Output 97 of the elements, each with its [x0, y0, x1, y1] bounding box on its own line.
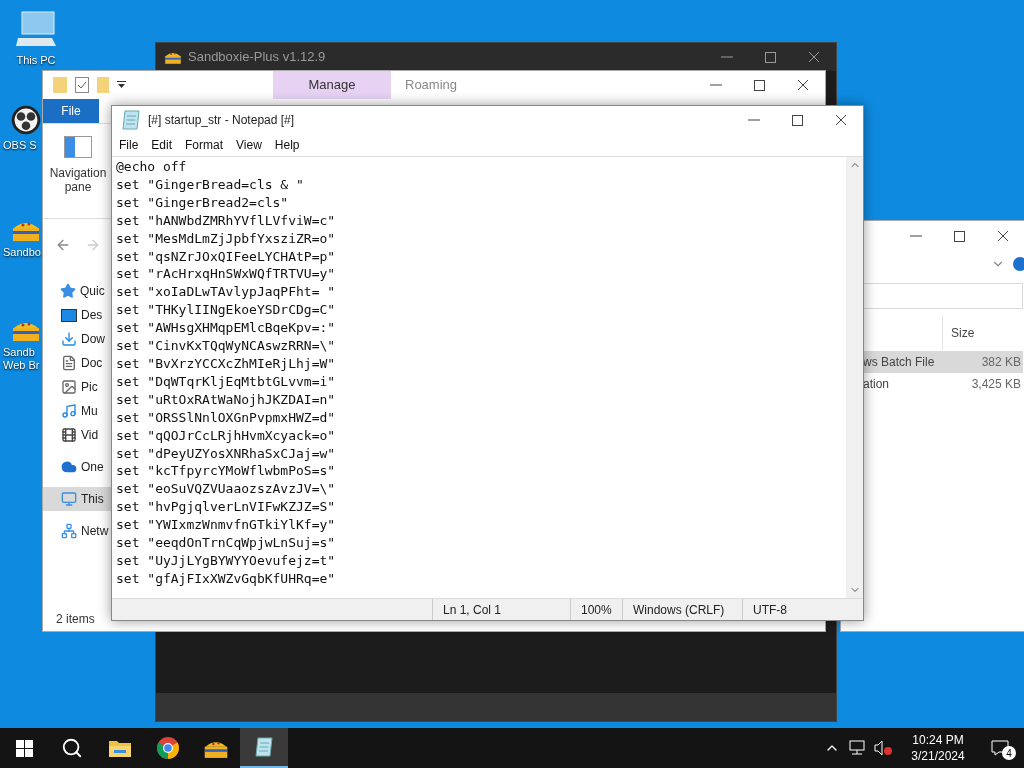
- notepad-icon: [120, 109, 142, 131]
- status-field: Windows (CRLF): [622, 599, 742, 620]
- status-text: 2 items: [56, 611, 95, 628]
- pane-icon: [64, 136, 92, 158]
- star-icon: [60, 283, 76, 299]
- code-line: set "GingerBread=cls & ": [116, 175, 304, 194]
- muted-speaker-icon[interactable]: [874, 740, 892, 756]
- code-line: set "UyJjLYgBYWYYOevufejz=t": [116, 551, 336, 570]
- desktop-icon-label[interactable]: This PC: [16, 54, 56, 67]
- code-line: set "YWIxmzWnmvfnGTkiYlKf=y": [116, 516, 336, 535]
- maximize-icon[interactable]: [765, 51, 776, 63]
- chrome-icon: [156, 736, 180, 760]
- nav-item[interactable]: Des: [43, 303, 111, 327]
- desktop-icon-label[interactable]: Sandbo: [3, 246, 41, 259]
- nav-item[interactable]: Doc: [43, 351, 111, 375]
- file-type: ation: [863, 376, 890, 393]
- nav-item[interactable]: Netw: [43, 519, 111, 543]
- obs-icon[interactable]: [11, 105, 41, 135]
- menu-item[interactable]: View: [231, 136, 267, 154]
- code-line: set "hANWbdZMRhYVflLVfviW=c": [116, 211, 336, 230]
- monitor-icon: [61, 491, 77, 507]
- clock-date[interactable]: 3/21/2024: [911, 748, 965, 764]
- column-header[interactable]: Size: [943, 323, 975, 342]
- code-line: set "CinvKxTQqWyNCAswzRRN=\": [116, 337, 336, 355]
- nav-item[interactable]: Mu: [43, 399, 111, 423]
- file-row[interactable]: ation 3,425 KB: [863, 373, 1023, 395]
- desktop-icon: [61, 308, 77, 322]
- dropdown-icon[interactable]: [117, 81, 126, 89]
- folder-icon: [108, 738, 132, 758]
- nav-item[interactable]: This: [43, 487, 111, 511]
- file-size: 382 KB: [981, 354, 1021, 371]
- menu-item[interactable]: File: [114, 136, 144, 154]
- cloud-icon: [61, 459, 77, 475]
- picture-icon: [61, 379, 77, 395]
- network-icon: [61, 523, 77, 539]
- desktop-icon-label[interactable]: Sandb Web Br: [3, 346, 40, 372]
- music-note-icon: [61, 403, 77, 419]
- maximize-icon[interactable]: [792, 114, 803, 126]
- code-line: set "eeqdOnTrnCqWpjwLnSuj=s": [116, 534, 336, 552]
- code-line: set "xoIaDLwTAvlypJaqPFht= ": [116, 283, 336, 302]
- close-icon[interactable]: [797, 79, 809, 91]
- code-line: set "dPeyUZYosXNRhaSxCJaj=w": [116, 444, 336, 463]
- search-icon: [61, 737, 83, 759]
- code-line: @echo off: [116, 158, 187, 176]
- code-line: set "ORSSlNnlOXGnPvpmxHWZ=d": [116, 408, 336, 427]
- window-title: Roaming: [405, 76, 458, 95]
- status-field: Ln 1, Col 1: [432, 599, 570, 620]
- code-line: set "rAcHrxqHnSWxWQfTRTVU=y": [116, 265, 336, 284]
- code-line: set "eoSuVQZVUaaozszAvzJV=\": [116, 480, 336, 499]
- window-title: Sandboxie-Plus v1.12.9: [188, 48, 326, 67]
- notification-count: 4: [1002, 746, 1016, 760]
- maximize-icon[interactable]: [754, 79, 765, 91]
- document-icon: [61, 355, 77, 371]
- code-line: set "qsNZrJOxQIFeeLYCHAtP=p": [116, 247, 336, 266]
- code-line: set "GingerBread2=cls": [116, 193, 289, 212]
- nav-item[interactable]: Pic: [43, 375, 111, 399]
- notepad-icon: [253, 736, 275, 758]
- file-row[interactable]: ws Batch File 382 KB: [863, 351, 1023, 373]
- menu-item[interactable]: Format: [180, 136, 229, 154]
- code-line: set "kcTfpyrcYMoWflwbmPoS=s": [116, 462, 336, 481]
- maximize-icon[interactable]: [954, 230, 965, 242]
- search-field[interactable]: [861, 283, 1023, 309]
- code-line: set "hvPgjqlverLnVIFwKZJZ=S": [116, 498, 336, 517]
- code-line: set "qQOJrCcLRjhHvmXcyack=o": [116, 426, 336, 445]
- close-icon[interactable]: [808, 51, 820, 63]
- status-field: 100%: [570, 599, 622, 620]
- clock-time[interactable]: 10:24 PM: [912, 732, 964, 748]
- window-title: [#] startup_str - Notepad [#]: [148, 112, 295, 129]
- code-line: set "MesMdLmZjJpbfYxsziZR=o": [116, 229, 336, 248]
- ribbon-tab[interactable]: Manage: [273, 71, 391, 99]
- code-line: set "BvXrzYCCXcZhMIeRjLhj=W": [116, 354, 336, 373]
- film-icon: [61, 427, 77, 443]
- checklist-icon[interactable]: [75, 77, 89, 93]
- nav-item[interactable]: Dow: [43, 327, 111, 351]
- file-type: ws Batch File: [863, 354, 935, 371]
- nav-item[interactable]: Vid: [43, 423, 111, 447]
- network-icon[interactable]: [848, 740, 866, 756]
- ribbon-tab[interactable]: File: [43, 99, 99, 123]
- code-line: set "AWHsgXHMqpEMlcBqeKpv=:": [116, 319, 336, 338]
- back-icon[interactable]: [55, 237, 71, 253]
- code-line: set "uRtOxRAtWaNojhJKZDAI=n": [116, 390, 336, 409]
- help-icon[interactable]: [1013, 257, 1024, 271]
- close-icon[interactable]: [835, 114, 847, 126]
- desktop-icon-label[interactable]: OBS S: [3, 139, 37, 152]
- windows-logo-icon: [15, 739, 33, 757]
- code-line: set "DqWTqrKljEqMtbtGLvvm=i": [116, 372, 336, 391]
- nav-item[interactable]: One: [43, 455, 111, 479]
- close-icon[interactable]: [997, 230, 1009, 242]
- menu-item[interactable]: Help: [269, 136, 305, 154]
- download-icon: [61, 331, 77, 347]
- code-line: set "THKylIINgEkoeYSDrCDg=C": [116, 301, 336, 320]
- nav-item[interactable]: Quic: [43, 279, 111, 303]
- taskbar-button[interactable]: [240, 728, 288, 768]
- menu-item[interactable]: Edit: [146, 136, 178, 154]
- code-line: set "gfAjFIxXWZvGqbKfUHRq=e": [116, 569, 336, 588]
- file-size: 3,425 KB: [971, 376, 1021, 393]
- status-field: UTF-8: [742, 599, 842, 620]
